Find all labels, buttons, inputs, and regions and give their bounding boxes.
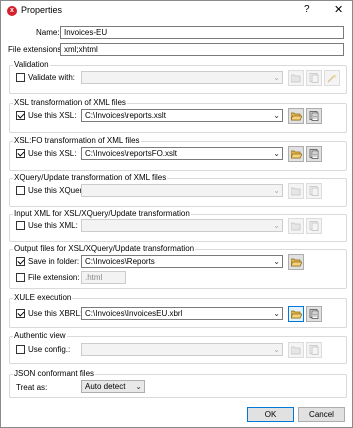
properties-dialog: x Properties ? ✕ Name: Invoices-EU File …	[0, 0, 353, 428]
xsl-path-input[interactable]: C:\Invoices\reports.xslt ⌄	[81, 109, 283, 122]
use-xquery-checkbox[interactable]	[16, 186, 25, 195]
input-xml-browse-button[interactable]	[288, 218, 304, 234]
treat-as-select[interactable]: Auto detect ⌄	[81, 380, 145, 393]
validation-window-button[interactable]	[306, 70, 322, 86]
chevron-down-icon: ⌄	[273, 149, 280, 158]
chevron-down-icon: ⌄	[273, 111, 280, 120]
save-in-folder-checkbox[interactable]	[16, 257, 25, 266]
dialog-title: Properties	[21, 5, 63, 15]
name-label: Name:	[36, 28, 60, 37]
save-in-folder-label: Save in folder:	[28, 257, 80, 266]
xslfo-title: XSL:FO transformation of XML files	[13, 136, 141, 145]
file-extension-checkbox[interactable]	[16, 273, 25, 282]
xslfo-window-button[interactable]	[306, 146, 322, 162]
window-list-icon	[309, 149, 319, 159]
file-extensions-label: File extensions:	[8, 45, 64, 54]
validate-with-label: Validate with:	[28, 73, 75, 82]
use-xml-label: Use this XML:	[28, 221, 78, 230]
name-input[interactable]: Invoices-EU	[60, 26, 344, 39]
use-xml-checkbox[interactable]	[16, 221, 25, 230]
xslfo-path-input[interactable]: C:\Invoices\reportsFO.xslt ⌄	[81, 147, 283, 160]
window-list-icon	[309, 73, 319, 83]
config-browse-button[interactable]	[288, 342, 304, 358]
window-list-icon	[309, 221, 319, 231]
use-xsl-label: Use this XSL:	[28, 111, 77, 120]
help-button[interactable]: ?	[304, 4, 310, 15]
ok-button[interactable]: OK	[247, 407, 294, 422]
use-xbrl-label: Use this XBRL:	[28, 309, 83, 318]
config-window-button[interactable]	[306, 342, 322, 358]
cancel-button[interactable]: Cancel	[298, 407, 345, 422]
chevron-down-icon: ⌄	[273, 345, 280, 354]
use-xbrl-checkbox[interactable]	[16, 309, 25, 318]
xbrl-window-button[interactable]	[306, 306, 322, 322]
xbrl-path-value: C:\Invoices\InvoicesEU.xbrl	[85, 309, 183, 318]
xsl-path-value: C:\Invoices\reports.xslt	[85, 111, 166, 120]
xbrl-browse-button[interactable]	[288, 306, 304, 322]
window-list-icon	[309, 186, 319, 196]
validation-title: Validation	[13, 60, 50, 69]
input-xml-window-button[interactable]	[306, 218, 322, 234]
output-files-title: Output files for XSL/XQuery/Update trans…	[13, 244, 196, 253]
window-list-icon	[309, 345, 319, 355]
file-extension-input[interactable]: .html	[81, 271, 126, 284]
json-title: JSON conformant files	[13, 369, 96, 378]
save-folder-value: C:\Invoices\Reports	[85, 257, 155, 266]
xquery-path-input[interactable]: ⌄	[81, 184, 283, 197]
chevron-down-icon: ⌄	[273, 73, 280, 82]
chevron-down-icon: ⌄	[273, 257, 280, 266]
title-bar: x Properties ? ✕	[1, 1, 352, 21]
open-folder-icon	[291, 310, 302, 319]
treat-as-label: Treat as:	[16, 383, 48, 392]
open-folder-icon	[291, 258, 302, 267]
validate-with-checkbox[interactable]	[16, 73, 25, 82]
input-xml-title: Input XML for XSL/XQuery/Update transfor…	[13, 209, 191, 218]
open-folder-icon	[291, 346, 301, 355]
use-config-label: Use config.:	[28, 345, 71, 354]
xquery-title: XQuery/Update transformation of XML file…	[13, 173, 168, 182]
chevron-down-icon: ⌄	[273, 186, 280, 195]
open-folder-icon	[291, 187, 301, 196]
validation-browse-button[interactable]	[288, 70, 304, 86]
xslfo-browse-button[interactable]	[288, 146, 304, 162]
file-extensions-input[interactable]: xml;xhtml	[60, 43, 344, 56]
input-xml-path-input[interactable]: ⌄	[81, 219, 283, 232]
use-xslfo-label: Use this XSL:	[28, 149, 77, 158]
xsl-title: XSL transformation of XML files	[13, 98, 127, 107]
xquery-browse-button[interactable]	[288, 183, 304, 199]
validate-button[interactable]	[324, 70, 340, 86]
use-xsl-checkbox[interactable]	[16, 111, 25, 120]
xsl-browse-button[interactable]	[288, 108, 304, 124]
xule-title: XULE execution	[13, 293, 73, 302]
open-folder-icon	[291, 112, 302, 121]
window-list-icon	[309, 309, 319, 319]
authentic-view-title: Authentic view	[13, 331, 67, 340]
xquery-window-button[interactable]	[306, 183, 322, 199]
open-folder-icon	[291, 150, 302, 159]
chevron-down-icon: ⌄	[273, 221, 280, 230]
xslfo-path-value: C:\Invoices\reportsFO.xslt	[85, 149, 178, 158]
use-xquery-label: Use this XQuery:	[28, 186, 89, 195]
use-config-checkbox[interactable]	[16, 345, 25, 354]
file-extension-label: File extension:	[28, 273, 80, 282]
app-icon: x	[7, 6, 17, 16]
validate-with-select[interactable]: ⌄	[81, 71, 283, 84]
open-folder-icon	[291, 74, 301, 83]
open-folder-icon	[291, 222, 301, 231]
use-xslfo-checkbox[interactable]	[16, 149, 25, 158]
save-folder-browse-button[interactable]	[288, 254, 304, 270]
chevron-down-icon: ⌄	[273, 309, 280, 318]
xbrl-path-input[interactable]: C:\Invoices\InvoicesEU.xbrl ⌄	[81, 307, 283, 320]
close-button[interactable]: ✕	[334, 3, 343, 16]
save-folder-input[interactable]: C:\Invoices\Reports ⌄	[81, 255, 283, 268]
config-path-input[interactable]: ⌄	[81, 343, 283, 356]
treat-as-value: Auto detect	[85, 382, 126, 391]
validate-wand-icon	[327, 74, 337, 83]
xsl-window-button[interactable]	[306, 108, 322, 124]
window-list-icon	[309, 111, 319, 121]
chevron-down-icon: ⌄	[135, 382, 142, 391]
